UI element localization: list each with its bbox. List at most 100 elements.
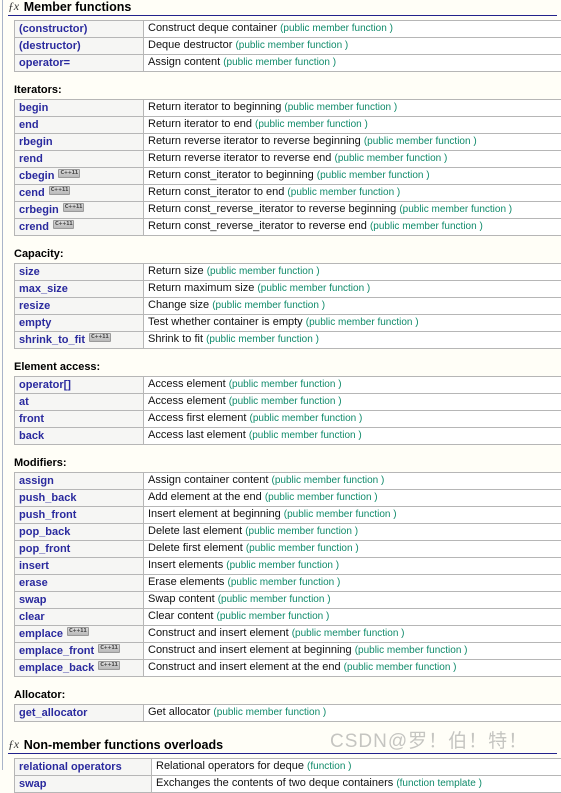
table-row[interactable]: push_backAdd element at the end (public …: [15, 490, 561, 507]
table-row[interactable]: sizeReturn size (public member function …: [15, 264, 561, 281]
function-name-link[interactable]: end: [19, 119, 39, 131]
table-row[interactable]: rbeginReturn reverse iterator to reverse…: [15, 134, 561, 151]
function-name-cell[interactable]: operator[]: [15, 377, 144, 394]
function-name-cell[interactable]: emplace_backC++11: [15, 660, 144, 677]
function-name-link[interactable]: swap: [19, 778, 47, 790]
function-name-link[interactable]: emplace_back: [19, 662, 94, 674]
table-row[interactable]: relational operatorsRelational operators…: [15, 759, 561, 776]
table-row[interactable]: emplace_backC++11Construct and insert el…: [15, 660, 561, 677]
function-name-cell[interactable]: clear: [15, 609, 144, 626]
function-name-cell[interactable]: push_front: [15, 507, 144, 524]
function-name-link[interactable]: shrink_to_fit: [19, 334, 85, 346]
function-name-cell[interactable]: rbegin: [15, 134, 144, 151]
table-row[interactable]: crendC++11Return const_reverse_iterator …: [15, 219, 561, 236]
table-row[interactable]: max_sizeReturn maximum size (public memb…: [15, 281, 561, 298]
function-name-cell[interactable]: pop_front: [15, 541, 144, 558]
function-name-cell[interactable]: cbeginC++11: [15, 168, 144, 185]
function-name-link[interactable]: cend: [19, 187, 45, 199]
table-row[interactable]: push_frontInsert element at beginning (p…: [15, 507, 561, 524]
table-row[interactable]: assignAssign container content (public m…: [15, 473, 561, 490]
function-name-link[interactable]: crbegin: [19, 204, 59, 216]
table-row[interactable]: swapSwap content (public member function…: [15, 592, 561, 609]
table-row[interactable]: (destructor)Deque destructor (public mem…: [15, 38, 561, 55]
function-name-cell[interactable]: max_size: [15, 281, 144, 298]
function-name-link[interactable]: relational operators: [19, 761, 122, 773]
function-name-cell[interactable]: back: [15, 428, 144, 445]
function-name-cell[interactable]: assign: [15, 473, 144, 490]
function-name-link[interactable]: operator=: [19, 57, 70, 69]
table-row[interactable]: pop_backDelete last element (public memb…: [15, 524, 561, 541]
function-name-link[interactable]: cbegin: [19, 170, 54, 182]
table-row[interactable]: beginReturn iterator to beginning (publi…: [15, 100, 561, 117]
table-row[interactable]: rendReturn reverse iterator to reverse e…: [15, 151, 561, 168]
table-row[interactable]: insertInsert elements (public member fun…: [15, 558, 561, 575]
function-name-cell[interactable]: push_back: [15, 490, 144, 507]
function-name-cell[interactable]: emplaceC++11: [15, 626, 144, 643]
function-name-cell[interactable]: front: [15, 411, 144, 428]
function-name-link[interactable]: resize: [19, 300, 50, 312]
function-name-link[interactable]: back: [19, 430, 44, 442]
table-row[interactable]: crbeginC++11Return const_reverse_iterato…: [15, 202, 561, 219]
table-row[interactable]: pop_frontDelete first element (public me…: [15, 541, 561, 558]
function-name-cell[interactable]: emplace_frontC++11: [15, 643, 144, 660]
table-row[interactable]: emplaceC++11Construct and insert element…: [15, 626, 561, 643]
function-name-link[interactable]: push_back: [19, 492, 76, 504]
table-row[interactable]: frontAccess first element (public member…: [15, 411, 561, 428]
function-name-link[interactable]: rend: [19, 153, 43, 165]
function-name-link[interactable]: max_size: [19, 283, 68, 295]
function-name-cell[interactable]: resize: [15, 298, 144, 315]
table-row[interactable]: get_allocatorGet allocator (public membe…: [15, 705, 561, 722]
function-name-link[interactable]: swap: [19, 594, 47, 606]
function-name-cell[interactable]: size: [15, 264, 144, 281]
function-name-cell[interactable]: crbeginC++11: [15, 202, 144, 219]
function-name-link[interactable]: rbegin: [19, 136, 53, 148]
function-name-link[interactable]: get_allocator: [19, 707, 87, 719]
table-row[interactable]: (constructor)Construct deque container (…: [15, 21, 561, 38]
function-name-link[interactable]: emplace: [19, 628, 63, 640]
table-row[interactable]: swapExchanges the contents of two deque …: [15, 776, 561, 793]
function-name-cell[interactable]: get_allocator: [15, 705, 144, 722]
table-row[interactable]: operator[]Access element (public member …: [15, 377, 561, 394]
function-name-link[interactable]: size: [19, 266, 40, 278]
table-row[interactable]: emptyTest whether container is empty (pu…: [15, 315, 561, 332]
function-name-cell[interactable]: begin: [15, 100, 144, 117]
function-name-cell[interactable]: end: [15, 117, 144, 134]
function-name-cell[interactable]: pop_back: [15, 524, 144, 541]
function-name-link[interactable]: push_front: [19, 509, 76, 521]
function-name-link[interactable]: empty: [19, 317, 51, 329]
function-name-link[interactable]: clear: [19, 611, 45, 623]
function-name-cell[interactable]: swap: [15, 592, 144, 609]
function-name-cell[interactable]: relational operators: [15, 759, 152, 776]
table-row[interactable]: resizeChange size (public member functio…: [15, 298, 561, 315]
function-name-link[interactable]: emplace_front: [19, 645, 94, 657]
function-name-link[interactable]: pop_front: [19, 543, 70, 555]
function-name-link[interactable]: erase: [19, 577, 48, 589]
function-name-link[interactable]: pop_back: [19, 526, 70, 538]
function-name-link[interactable]: front: [19, 413, 44, 425]
table-row[interactable]: atAccess element (public member function…: [15, 394, 561, 411]
function-name-link[interactable]: crend: [19, 221, 49, 233]
function-name-cell[interactable]: swap: [15, 776, 152, 793]
function-name-cell[interactable]: shrink_to_fitC++11: [15, 332, 144, 349]
function-name-cell[interactable]: at: [15, 394, 144, 411]
table-row[interactable]: cendC++11Return const_iterator to end (p…: [15, 185, 561, 202]
function-name-cell[interactable]: erase: [15, 575, 144, 592]
table-row[interactable]: backAccess last element (public member f…: [15, 428, 561, 445]
function-name-cell[interactable]: empty: [15, 315, 144, 332]
function-name-link[interactable]: (constructor): [19, 23, 87, 35]
function-name-link[interactable]: assign: [19, 475, 54, 487]
table-row[interactable]: emplace_frontC++11Construct and insert e…: [15, 643, 561, 660]
function-name-link[interactable]: insert: [19, 560, 49, 572]
table-row[interactable]: operator=Assign content (public member f…: [15, 55, 561, 72]
function-name-cell[interactable]: rend: [15, 151, 144, 168]
table-row[interactable]: clearClear content (public member functi…: [15, 609, 561, 626]
table-row[interactable]: endReturn iterator to end (public member…: [15, 117, 561, 134]
function-name-cell[interactable]: cendC++11: [15, 185, 144, 202]
function-name-link[interactable]: (destructor): [19, 40, 81, 52]
function-name-cell[interactable]: (constructor): [15, 21, 144, 38]
table-row[interactable]: cbeginC++11Return const_iterator to begi…: [15, 168, 561, 185]
function-name-link[interactable]: at: [19, 396, 29, 408]
function-name-link[interactable]: begin: [19, 102, 48, 114]
function-name-cell[interactable]: operator=: [15, 55, 144, 72]
table-row[interactable]: shrink_to_fitC++11Shrink to fit (public …: [15, 332, 561, 349]
